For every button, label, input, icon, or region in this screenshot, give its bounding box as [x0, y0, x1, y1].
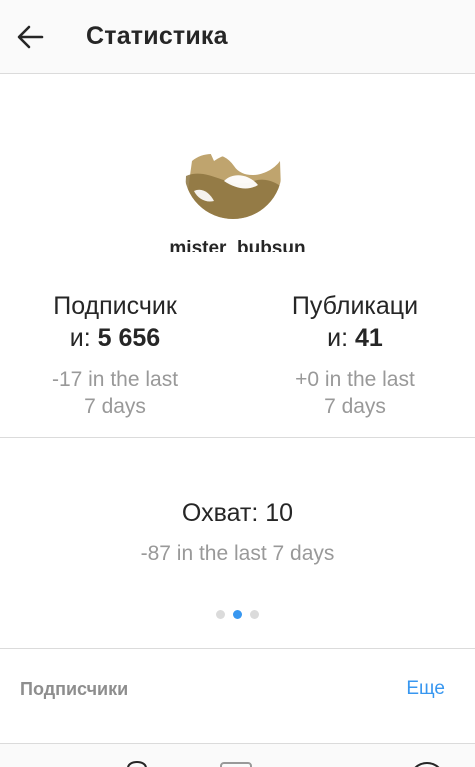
username: mister_bubsun	[169, 238, 306, 252]
pager-dot[interactable]	[216, 610, 225, 619]
divider	[0, 648, 475, 649]
add-post-icon	[220, 762, 252, 767]
posts-count: 41	[355, 324, 383, 352]
posts-delta: +0 in the last 7 days	[295, 368, 415, 418]
posts-stat: Публикаци и: 41 +0 in the last 7 days	[255, 290, 455, 420]
bottom-navigation	[0, 743, 475, 767]
section-title: Подписчики	[20, 678, 129, 699]
followers-section-header: Подписчики Еще	[0, 669, 475, 709]
posts-label: Публикаци и: 41	[291, 292, 419, 352]
reach-label: Охват: 10	[181, 499, 294, 527]
reach-card[interactable]: Охват: 10 -87 in the last 7 days	[0, 497, 475, 567]
pager-dot[interactable]	[250, 610, 259, 619]
pager-dots	[0, 610, 475, 619]
reach-delta: -87 in the last 7 days	[140, 542, 335, 565]
pager-dot-active[interactable]	[233, 610, 242, 619]
divider	[0, 437, 475, 438]
followers-stat: Подписчик и: 5 656 -17 in the last 7 day…	[15, 290, 215, 420]
search-icon	[127, 761, 147, 767]
followers-label: Подписчик и: 5 656	[53, 292, 177, 352]
avatar	[184, 121, 282, 219]
page-title: Статистика	[86, 22, 228, 50]
more-link[interactable]: Еще	[406, 678, 445, 700]
profile-icon	[414, 762, 440, 767]
statistics-screen: Статистика mister_bubsun Подписчик и: 5 …	[0, 0, 475, 767]
arrow-left-icon	[17, 25, 44, 48]
top-app-bar: Статистика	[0, 0, 475, 74]
followers-delta: -17 in the last 7 days	[51, 368, 179, 418]
followers-count: 5 656	[97, 324, 161, 352]
back-button[interactable]	[0, 0, 60, 74]
